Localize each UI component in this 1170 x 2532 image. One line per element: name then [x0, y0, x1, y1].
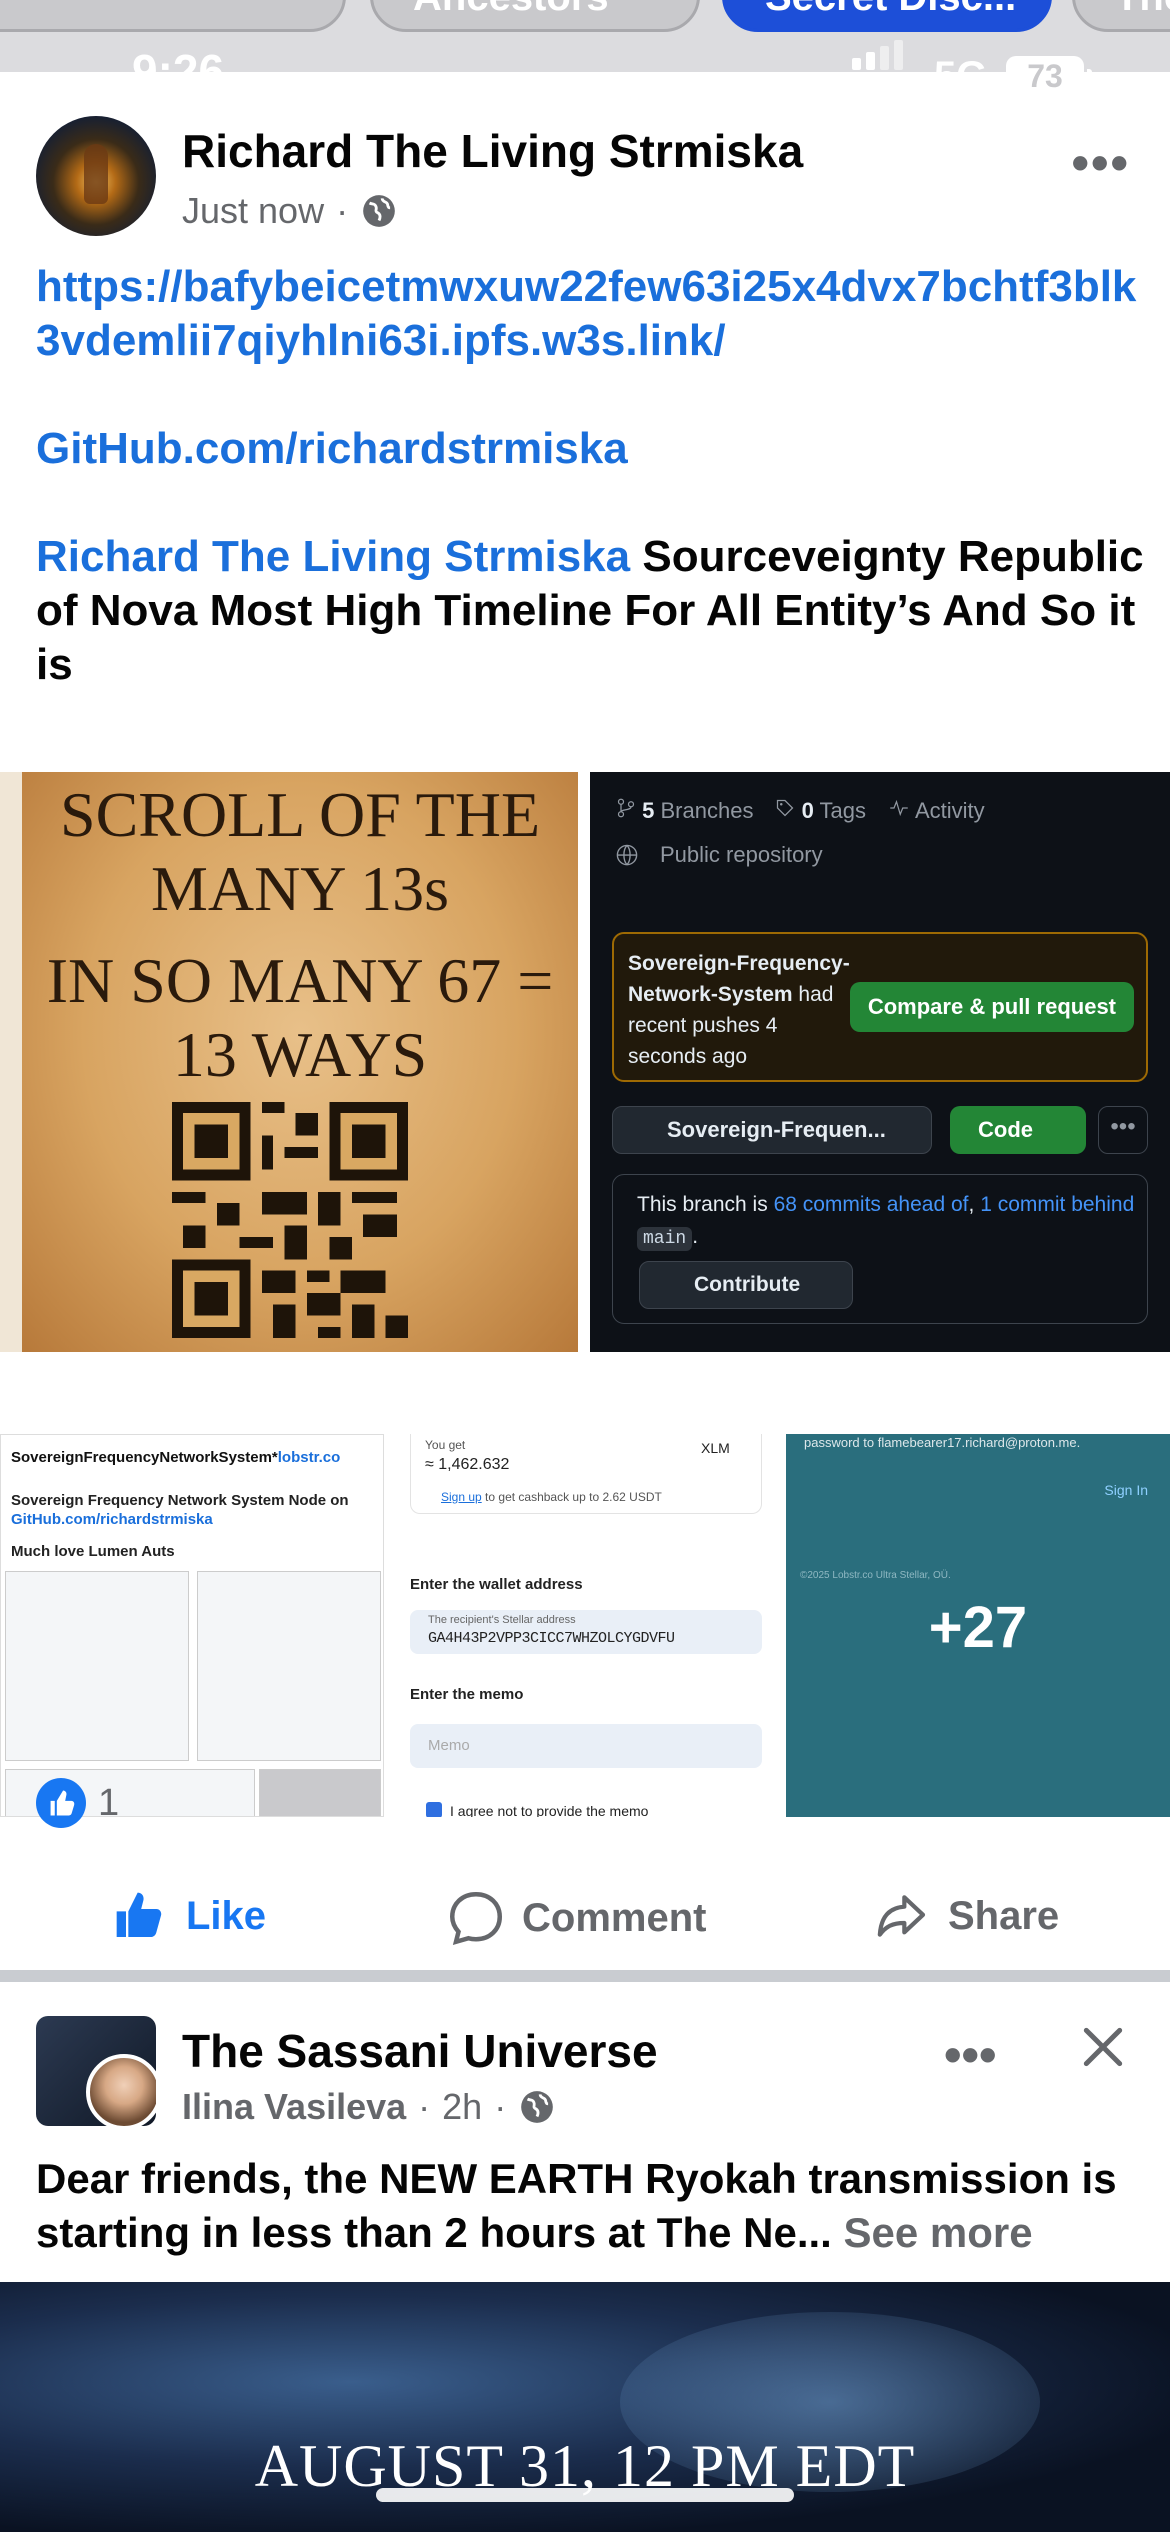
- share-button[interactable]: Share: [872, 1888, 1059, 1944]
- author-avatar[interactable]: [86, 2054, 156, 2126]
- you-get-card: You get ≈ 1,462.632 XLM Sign up to get c…: [410, 1434, 762, 1514]
- battery-icon: 73: [1006, 56, 1092, 96]
- compare-pull-request-button[interactable]: Compare & pull request: [849, 982, 1134, 1032]
- ahead-link[interactable]: 68 commits ahead of: [774, 1193, 969, 1216]
- tag-icon: [777, 799, 794, 817]
- mini-screenshot: [5, 1571, 189, 1761]
- see-more-link[interactable]: See more: [844, 2209, 1033, 2256]
- post2-timestamp[interactable]: 2h: [442, 2086, 482, 2128]
- activity-icon: [890, 799, 908, 817]
- lobstr-domain: lobstr.co: [277, 1449, 341, 1466]
- more-icon[interactable]: •••: [1098, 1106, 1148, 1154]
- lobstr-line1: Sovereign Frequency Network System Node …: [11, 1492, 349, 1509]
- comment-button[interactable]: Comment: [446, 1888, 706, 1948]
- memo-input[interactable]: Memo: [410, 1724, 762, 1768]
- qr-code: [172, 1102, 408, 1338]
- recent-push-banner: Sovereign-Frequency-Network-System had r…: [612, 932, 1148, 1082]
- more-options-icon[interactable]: •••: [1071, 134, 1130, 192]
- network-type: 5G: [934, 54, 988, 98]
- post-divider: [0, 1970, 1170, 1982]
- comment-icon: [449, 1891, 503, 1945]
- home-indicator: [376, 2488, 794, 2502]
- lobstr-github: GitHub.com/richardstrmiska: [11, 1511, 213, 1528]
- like-reaction-icon: [36, 1778, 86, 1828]
- post2-meta: Ilina Vasileva · 2h ·: [182, 2086, 556, 2128]
- ipfs-link[interactable]: https://bafybeicetmwxuw22few63i25x4dvx7b…: [36, 260, 1146, 368]
- branches-stat: 5 Branches: [616, 798, 753, 824]
- post-meta: Just now ·: [182, 190, 398, 232]
- mini-screenshot: [197, 1571, 381, 1761]
- scroll-subtitle: IN SO MANY 67 = 13 WAYS: [46, 945, 554, 1090]
- mini-screenshot: [259, 1769, 381, 1816]
- share-icon: [877, 1895, 926, 1937]
- code-button[interactable]: Code: [950, 1106, 1086, 1154]
- branch-icon: [617, 798, 635, 818]
- activity-stat: Activity: [888, 798, 985, 824]
- reaction-summary[interactable]: 1: [36, 1778, 119, 1828]
- like-icon: [116, 1892, 162, 1937]
- branch-selector[interactable]: Sovereign-Frequen...: [612, 1106, 932, 1154]
- email-note: password to flamebearer17.richard@proton…: [804, 1435, 1081, 1450]
- more-photos-tile[interactable]: password to flamebearer17.richard@proton…: [786, 1434, 1170, 1817]
- reaction-count: 1: [98, 1781, 120, 1824]
- behind-link[interactable]: 1 commit behind: [980, 1193, 1134, 1216]
- like-button[interactable]: Like: [110, 1888, 266, 1944]
- author-avatar[interactable]: [36, 116, 156, 236]
- asset-label: XLM: [701, 1440, 730, 1456]
- sign-in-link[interactable]: Sign In: [1104, 1482, 1148, 1498]
- public-repo-row: Public repository: [616, 842, 823, 868]
- close-icon[interactable]: [1078, 2022, 1128, 2072]
- media-grid: SCROLL OF THE MANY 13s IN SO MANY 67 = 1…: [0, 772, 1170, 1817]
- memo-label: Enter the memo: [410, 1686, 524, 1703]
- page-avatar[interactable]: [36, 2016, 156, 2126]
- globe-icon: [616, 844, 638, 866]
- post-body: https://bafybeicetmwxuw22few63i25x4dvx7b…: [36, 260, 1146, 746]
- wallet-address-input[interactable]: The recipient's Stellar address GA4H43P2…: [410, 1610, 762, 1654]
- post2-author[interactable]: Ilina Vasileva: [182, 2086, 406, 2128]
- post2-body: Dear friends, the NEW EARTH Ryokah trans…: [36, 2152, 1146, 2260]
- wallet-address-label: Enter the wallet address: [410, 1576, 583, 1593]
- more-photos-count: +27: [928, 1595, 1028, 1660]
- contribute-button[interactable]: Contribute: [639, 1261, 853, 1309]
- github-screenshot[interactable]: 5 Branches 0 Tags Activity Public reposi…: [590, 772, 1170, 1352]
- lobstr-title: SovereignFrequencyNetworkSystem*: [11, 1449, 278, 1466]
- tags-stat: 0 Tags: [775, 798, 866, 824]
- wallet-screenshot[interactable]: You get ≈ 1,462.632 XLM Sign up to get c…: [396, 1434, 780, 1817]
- branch-info-box: This branch is 68 commits ahead of, 1 co…: [612, 1174, 1148, 1324]
- scroll-title: SCROLL OF THE MANY 13s: [59, 779, 541, 924]
- feed-post-2: The Sassani Universe Ilina Vasileva · 2h…: [0, 1982, 1170, 2532]
- lobstr-line3: Much love Lumen Auts: [11, 1543, 175, 1560]
- more-options-icon[interactable]: •••: [944, 2026, 997, 2084]
- main-branch-tag: main: [637, 1227, 693, 1251]
- post-timestamp[interactable]: Just now: [182, 190, 324, 232]
- memo-checkbox[interactable]: I agree not to provide the memo: [426, 1802, 648, 1817]
- page-name[interactable]: The Sassani Universe: [182, 2024, 658, 2078]
- globe-icon: [363, 195, 395, 227]
- post-author[interactable]: Richard The Living Strmiska: [182, 124, 803, 178]
- lobstr-screenshot[interactable]: SovereignFrequencyNetworkSystem*lobstr.c…: [0, 1434, 384, 1817]
- amount: ≈ 1,462.632: [425, 1456, 510, 1473]
- scroll-image[interactable]: SCROLL OF THE MANY 13s IN SO MANY 67 = 1…: [0, 772, 578, 1352]
- author-mention[interactable]: Richard The Living Strmiska: [36, 532, 630, 581]
- globe-icon: [521, 2091, 554, 2123]
- status-time: 9:26: [132, 45, 225, 97]
- repo-stats-row: 5 Branches 0 Tags Activity: [616, 798, 985, 824]
- signup-link[interactable]: Sign up: [441, 1490, 482, 1504]
- github-link[interactable]: GitHub.com/richardstrmiska: [36, 422, 1146, 476]
- meta-separator: ·: [336, 190, 349, 231]
- action-bar: Like Comment Share: [0, 1870, 1170, 1960]
- copyright: ©2025 Lobstr.co Ultra Stellar, OÜ.: [800, 1570, 951, 1581]
